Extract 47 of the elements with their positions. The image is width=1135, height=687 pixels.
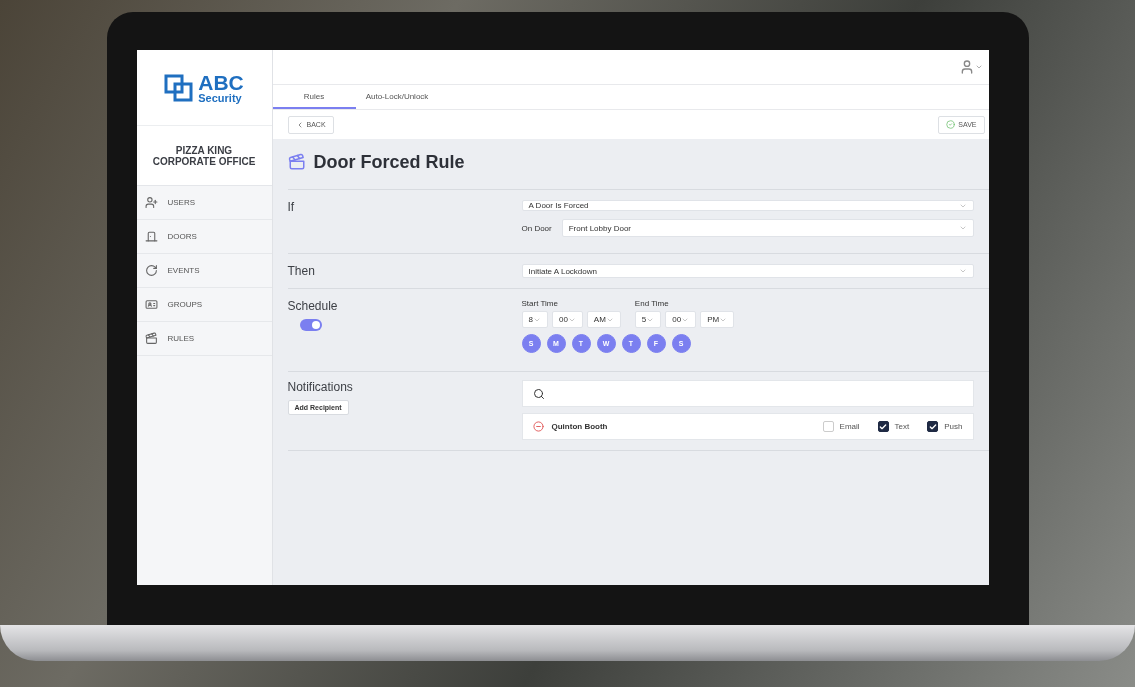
- id-card-icon: [144, 298, 158, 311]
- dropdown[interactable]: A Door Is Forced: [521, 200, 974, 211]
- remove-icon[interactable]: [532, 421, 544, 432]
- dropdown[interactable]: AM: [586, 311, 621, 328]
- clapperboard-icon: [144, 332, 158, 345]
- dropdown[interactable]: 8: [521, 311, 548, 328]
- recipient-name: Quinton Booth: [551, 422, 608, 431]
- row-label: Schedule: [287, 299, 339, 313]
- sidebar-item[interactable]: RULES: [136, 322, 272, 356]
- user-plus-icon: [144, 196, 158, 209]
- logo-tagline: Security: [198, 92, 243, 104]
- row-label: If: [287, 200, 296, 216]
- field-label: End Time: [634, 299, 670, 308]
- dropdown[interactable]: 00: [665, 311, 697, 328]
- organization-name: PIZZA KING CORPORATE OFFICE: [136, 126, 272, 186]
- field-label: Start Time: [521, 299, 559, 308]
- channel-checkbox[interactable]: Push: [927, 421, 963, 432]
- page-title: Door Forced Rule: [313, 151, 465, 173]
- row-label: Notifications: [287, 380, 354, 394]
- channel-checkbox[interactable]: Text: [877, 421, 910, 432]
- dropdown[interactable]: PM: [700, 311, 735, 328]
- checkbox[interactable]: [927, 421, 939, 432]
- check-circle-icon: [946, 120, 956, 129]
- row-label: Then: [287, 264, 316, 278]
- caret-icon: [958, 224, 967, 232]
- schedule-toggle[interactable]: [299, 319, 322, 331]
- dropdown[interactable]: Initiate A Lockdown: [521, 264, 974, 278]
- channel-checkbox[interactable]: Email: [822, 421, 860, 432]
- search-icon: [532, 387, 545, 400]
- dropdown[interactable]: Front Lobby Door: [561, 219, 974, 237]
- field-label: On Door: [521, 223, 552, 233]
- logo-name: ABC: [198, 71, 244, 93]
- dropdown[interactable]: 00: [551, 311, 583, 328]
- door-icon: [144, 230, 158, 243]
- tab[interactable]: Auto-Lock/Unlock: [355, 85, 439, 109]
- rotate-icon: [144, 264, 158, 277]
- caret-icon: [958, 267, 967, 275]
- search-field[interactable]: [521, 380, 974, 407]
- dropdown[interactable]: 5: [634, 311, 662, 328]
- sidebar-item[interactable]: EVENTS: [136, 254, 272, 288]
- sidebar-item[interactable]: USERS: [136, 186, 272, 220]
- sidebar-item[interactable]: GROUPS: [136, 288, 272, 322]
- sidebar-item[interactable]: DOORS: [136, 220, 272, 254]
- caret-icon: [974, 63, 983, 71]
- checkbox[interactable]: [877, 421, 889, 432]
- logo-icon: [164, 73, 195, 102]
- clapperboard-icon: [287, 153, 306, 171]
